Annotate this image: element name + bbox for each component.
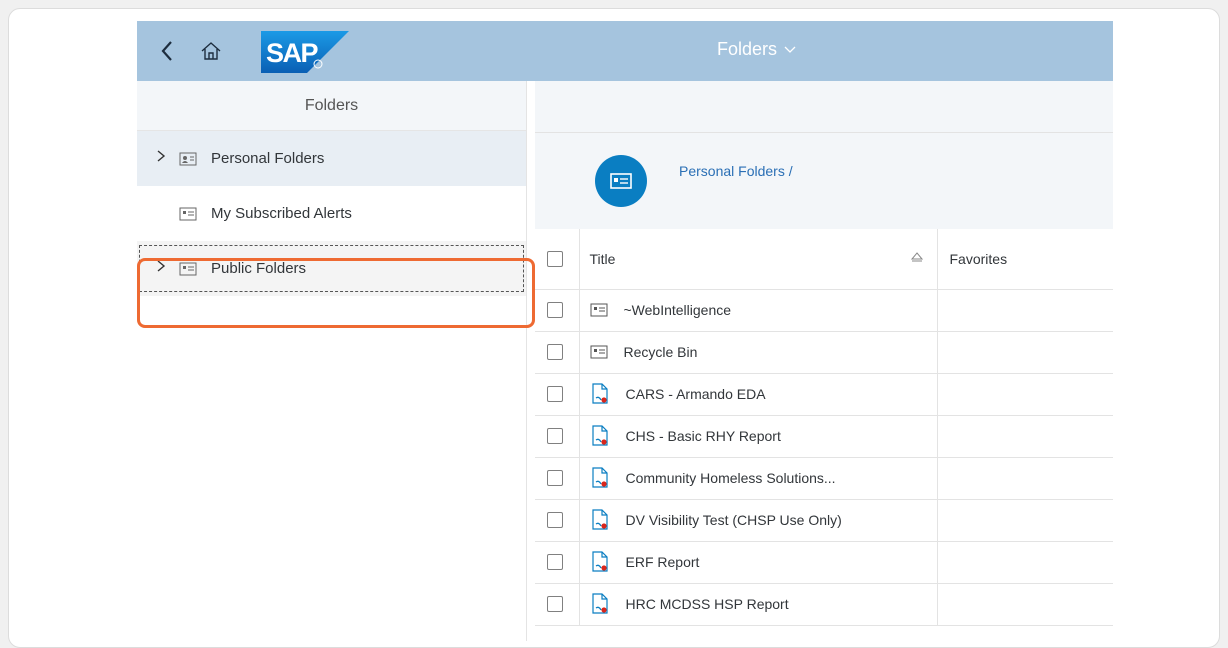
row-title: DV Visibility Test (CHSP Use Only) xyxy=(625,512,842,528)
row-title-cell[interactable]: ~WebIntelligence xyxy=(579,289,938,332)
row-select-cell xyxy=(535,289,580,332)
expand-icon[interactable] xyxy=(149,149,173,168)
row-favorites-cell xyxy=(937,541,1113,584)
table-row[interactable]: CARS - Armando EDA xyxy=(535,373,1113,416)
document-icon xyxy=(590,425,610,447)
public-folder-icon xyxy=(179,262,197,276)
row-checkbox[interactable] xyxy=(547,344,563,360)
row-title: Recycle Bin xyxy=(623,344,698,360)
nav-item-my-subscribed-alerts[interactable]: My Subscribed Alerts xyxy=(137,186,526,241)
row-select-cell xyxy=(535,457,580,500)
content-toolbar xyxy=(535,81,1113,133)
row-checkbox[interactable] xyxy=(547,512,563,528)
folder-navigation: Folders Personal Folders My Subscribed A… xyxy=(137,81,527,641)
content-table: Title Favorites ~WebIntelligence Recycle … xyxy=(535,229,1113,626)
table-row[interactable]: CHS - Basic RHY Report xyxy=(535,415,1113,458)
shell-title-menu[interactable]: Folders xyxy=(717,39,797,60)
nav-item-personal-folders[interactable]: Personal Folders xyxy=(137,131,526,186)
row-select-cell xyxy=(535,583,580,626)
row-checkbox[interactable] xyxy=(547,554,563,570)
row-select-cell xyxy=(535,499,580,542)
table-row[interactable]: Recycle Bin xyxy=(535,331,1113,374)
folder-content: Personal Folders / Title Favorites ~WebI… xyxy=(535,81,1113,641)
shell-title: Folders xyxy=(717,39,778,59)
row-select-cell xyxy=(535,541,580,584)
table-row[interactable]: HRC MCDSS HSP Report xyxy=(535,583,1113,626)
table-header-row: Title Favorites xyxy=(535,229,1113,290)
document-icon xyxy=(590,383,610,405)
document-icon xyxy=(590,551,610,573)
breadcrumb-area: Personal Folders / xyxy=(535,133,1113,229)
nav-item-label: Public Folders xyxy=(211,260,307,277)
sort-icon[interactable] xyxy=(910,251,923,265)
table-row[interactable]: ERF Report xyxy=(535,541,1113,584)
svg-text:SAP: SAP xyxy=(266,38,319,68)
column-header-title[interactable]: Title xyxy=(579,229,938,290)
personal-folder-icon xyxy=(179,152,197,166)
row-favorites-cell xyxy=(937,373,1113,416)
home-icon xyxy=(201,42,221,60)
row-checkbox[interactable] xyxy=(547,470,563,486)
nav-item-label: Personal Folders xyxy=(211,150,325,167)
row-title-cell[interactable]: HRC MCDSS HSP Report xyxy=(579,583,938,626)
document-icon xyxy=(590,593,610,615)
row-favorites-cell xyxy=(937,415,1113,458)
shell-header: SAP Folders xyxy=(137,21,1113,81)
select-all-cell xyxy=(535,229,580,290)
home-button[interactable] xyxy=(195,35,227,67)
back-button[interactable] xyxy=(151,35,183,67)
row-title-cell[interactable]: CHS - Basic RHY Report xyxy=(579,415,938,458)
row-checkbox[interactable] xyxy=(547,596,563,612)
folder-icon xyxy=(590,345,608,359)
row-title: CHS - Basic RHY Report xyxy=(625,428,781,444)
alerts-folder-icon xyxy=(179,207,197,221)
row-title-cell[interactable]: Community Homeless Solutions... xyxy=(579,457,938,500)
breadcrumb[interactable]: Personal Folders / xyxy=(679,163,793,179)
row-select-cell xyxy=(535,415,580,458)
row-select-cell xyxy=(535,331,580,374)
nav-title: Folders xyxy=(137,81,526,131)
row-favorites-cell xyxy=(937,499,1113,542)
table-row[interactable]: DV Visibility Test (CHSP Use Only) xyxy=(535,499,1113,542)
row-favorites-cell xyxy=(937,583,1113,626)
column-title-label: Title xyxy=(589,250,616,267)
row-title-cell[interactable]: Recycle Bin xyxy=(579,331,938,374)
sap-bi-launchpad: SAP Folders Folders Personal Folders My … xyxy=(137,21,1113,641)
row-title: CARS - Armando EDA xyxy=(625,386,766,402)
table-row[interactable]: ~WebIntelligence xyxy=(535,289,1113,332)
row-title-cell[interactable]: CARS - Armando EDA xyxy=(579,373,938,416)
row-title-cell[interactable]: ERF Report xyxy=(579,541,938,584)
row-title: ERF Report xyxy=(625,554,700,570)
row-favorites-cell xyxy=(937,331,1113,374)
sap-logo[interactable]: SAP xyxy=(261,31,349,73)
row-title: ~WebIntelligence xyxy=(623,302,732,318)
folder-icon xyxy=(590,303,608,317)
chevron-down-icon xyxy=(783,42,797,58)
row-favorites-cell xyxy=(937,289,1113,332)
nav-item-label: My Subscribed Alerts xyxy=(211,205,352,222)
document-icon xyxy=(590,467,610,489)
document-icon xyxy=(590,509,610,531)
row-title-cell[interactable]: DV Visibility Test (CHSP Use Only) xyxy=(579,499,938,542)
row-title: Community Homeless Solutions... xyxy=(625,470,836,486)
row-checkbox[interactable] xyxy=(547,302,563,318)
column-header-favorites[interactable]: Favorites xyxy=(937,229,1113,290)
row-favorites-cell xyxy=(937,457,1113,500)
row-checkbox[interactable] xyxy=(547,386,563,402)
chevron-left-icon xyxy=(161,41,172,61)
row-select-cell xyxy=(535,373,580,416)
select-all-checkbox[interactable] xyxy=(547,250,563,267)
screenshot-frame: SAP Folders Folders Personal Folders My … xyxy=(8,8,1220,648)
nav-item-public-folders[interactable]: Public Folders xyxy=(137,241,526,296)
folder-avatar-icon xyxy=(595,155,647,207)
row-title: HRC MCDSS HSP Report xyxy=(625,596,789,612)
row-checkbox[interactable] xyxy=(547,428,563,444)
table-row[interactable]: Community Homeless Solutions... xyxy=(535,457,1113,500)
expand-icon[interactable] xyxy=(149,259,173,278)
